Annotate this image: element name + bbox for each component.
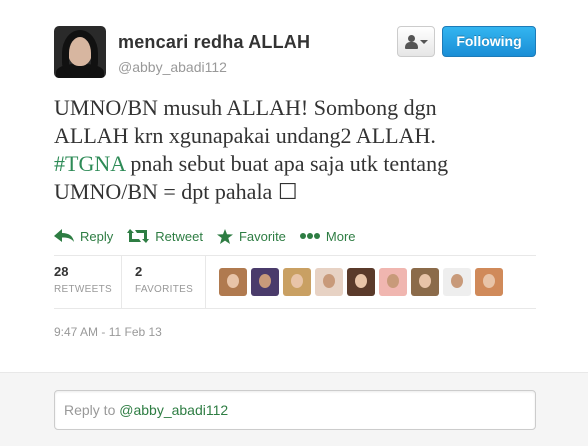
retweeter-avatar[interactable] xyxy=(251,268,279,296)
reply-area: Reply to @abby_abadi112 xyxy=(0,372,588,446)
star-icon xyxy=(216,228,233,244)
avatar-hijab xyxy=(62,30,98,76)
retweeter-avatar-face xyxy=(483,274,495,288)
retweeter-avatar-face xyxy=(291,274,303,288)
caret-down-icon xyxy=(419,39,428,44)
retweeter-avatar[interactable] xyxy=(475,268,503,296)
retweets-stat[interactable]: 28 RETWEETS xyxy=(54,256,122,308)
more-action[interactable]: More xyxy=(299,228,356,244)
tweet-text-line-1: UMNO/BN musuh ALLAH! Sombong dgn xyxy=(54,95,437,120)
reply-input[interactable]: Reply to @abby_abadi112 xyxy=(54,390,536,430)
tweet-timestamp[interactable]: 9:47 AM - 11 Feb 13 xyxy=(54,325,162,339)
more-dots-icon xyxy=(299,233,320,239)
hashtag-link[interactable]: #TGNA xyxy=(54,151,125,176)
retweeter-avatar[interactable] xyxy=(347,268,375,296)
favorite-action[interactable]: Favorite xyxy=(216,228,286,244)
retweeter-avatar[interactable] xyxy=(411,268,439,296)
retweets-count: 28 xyxy=(54,264,69,279)
retweet-label: Retweet xyxy=(155,228,203,244)
tweet-actions: Reply Retweet Favorite More xyxy=(54,226,370,246)
user-actions-dropdown-button[interactable] xyxy=(397,26,435,57)
tweet-text: UMNO/BN musuh ALLAH! Sombong dgn ALLAH k… xyxy=(54,94,554,206)
reply-label: Reply xyxy=(80,228,114,244)
retweeter-avatar-face xyxy=(227,274,239,288)
favorites-stat[interactable]: 2 FAVORITES xyxy=(122,256,206,308)
retweeter-avatar-face xyxy=(259,274,271,288)
user-avatar[interactable] xyxy=(54,26,106,78)
retweeter-avatar[interactable] xyxy=(219,268,247,296)
tweet-text-line-2: ALLAH krn xgunapakai undang2 ALLAH. xyxy=(54,123,436,148)
retweeter-avatars xyxy=(206,256,503,308)
retweeter-avatar[interactable] xyxy=(443,268,471,296)
reply-prefix: Reply to xyxy=(64,402,120,418)
retweeter-avatar-face xyxy=(387,274,399,288)
retweets-label: RETWEETS xyxy=(54,284,112,295)
retweeter-avatar[interactable] xyxy=(315,268,343,296)
retweeter-avatar-face xyxy=(355,274,367,288)
retweeter-avatar-face xyxy=(419,274,431,288)
retweeter-avatar[interactable] xyxy=(283,268,311,296)
reply-action[interactable]: Reply xyxy=(54,229,113,244)
person-icon xyxy=(404,34,418,49)
tweet-header: mencari redha ALLAH @abby_abadi112 Follo… xyxy=(54,26,536,80)
retweeter-avatar-face xyxy=(323,274,335,288)
divider-bottom xyxy=(54,308,536,309)
tweet-text-line-4: UMNO/BN = dpt pahala ☐ xyxy=(54,179,298,204)
tweet-stats: 28 RETWEETS 2 FAVORITES xyxy=(54,256,536,308)
reply-icon xyxy=(54,229,74,242)
favorites-label: FAVORITES xyxy=(135,284,194,295)
retweeter-avatar-face xyxy=(451,274,463,288)
favorites-count: 2 xyxy=(135,264,143,279)
more-label: More xyxy=(325,228,356,244)
retweeter-avatar[interactable] xyxy=(379,268,407,296)
reply-mention: @abby_abadi112 xyxy=(119,402,229,418)
retweet-icon xyxy=(127,229,150,243)
following-button[interactable]: Following xyxy=(442,26,536,57)
tweet-text-line-3: #TGNA pnah sebut buat apa saja utk tenta… xyxy=(54,150,554,178)
tweet-text-line-3-rest: pnah sebut buat apa saja utk tentang xyxy=(124,151,449,176)
user-username[interactable]: @abby_abadi112 xyxy=(118,59,227,75)
user-fullname[interactable]: mencari redha ALLAH xyxy=(118,32,310,53)
favorite-label: Favorite xyxy=(238,228,286,244)
retweet-action[interactable]: Retweet xyxy=(127,229,203,244)
